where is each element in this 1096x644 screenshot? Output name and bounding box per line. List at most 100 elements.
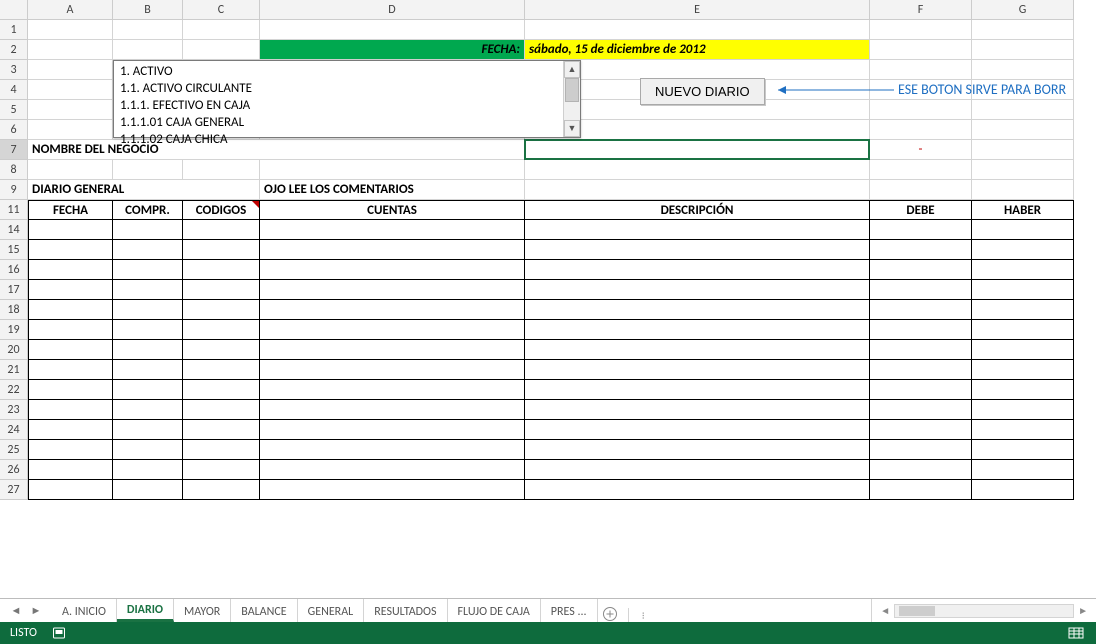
cell[interactable] (260, 260, 525, 280)
cell-G9[interactable] (972, 180, 1074, 200)
cell-E9[interactable] (525, 180, 870, 200)
cell[interactable] (28, 280, 113, 300)
header-cuentas[interactable]: CUENTAS (260, 200, 525, 220)
cell-F6[interactable] (870, 120, 972, 140)
cell[interactable] (183, 340, 260, 360)
cell[interactable] (183, 360, 260, 380)
cell-D8[interactable] (260, 160, 525, 180)
cell[interactable] (870, 440, 972, 460)
cell[interactable] (972, 240, 1074, 260)
row-header-7[interactable]: 7 (0, 140, 28, 160)
header-debe[interactable]: DEBE (870, 200, 972, 220)
cell-E1[interactable] (525, 20, 870, 40)
cell-A8[interactable] (28, 160, 113, 180)
cell[interactable] (28, 320, 113, 340)
cell[interactable] (28, 260, 113, 280)
cell-A1[interactable] (28, 20, 113, 40)
cell[interactable] (113, 460, 183, 480)
cell[interactable] (183, 280, 260, 300)
cell[interactable] (525, 260, 870, 280)
cell[interactable] (972, 260, 1074, 280)
cell[interactable] (870, 240, 972, 260)
cell[interactable] (183, 400, 260, 420)
cell-B2[interactable] (113, 40, 183, 60)
col-header-F[interactable]: F (870, 0, 972, 20)
cell-D9-ojo-lee[interactable]: OJO LEE LOS COMENTARIOS (260, 180, 525, 200)
cell-F3[interactable] (870, 60, 972, 80)
cell[interactable] (113, 420, 183, 440)
row-header-27[interactable]: 27 (0, 480, 28, 500)
cell-A9-diario-general[interactable]: DIARIO GENERAL (28, 180, 260, 200)
cell-A4[interactable] (28, 80, 113, 100)
row-header-2[interactable]: 2 (0, 40, 28, 60)
cell-F1[interactable] (870, 20, 972, 40)
cell[interactable] (183, 240, 260, 260)
cell[interactable] (972, 280, 1074, 300)
tab-mayor[interactable]: MAYOR (174, 599, 231, 622)
tab-a-inicio[interactable]: A. INICIO (52, 599, 117, 622)
cell[interactable] (260, 300, 525, 320)
cell[interactable] (870, 380, 972, 400)
cell[interactable] (260, 380, 525, 400)
cell-G6[interactable] (972, 120, 1074, 140)
row-header-4[interactable]: 4 (0, 80, 28, 100)
cell-G8[interactable] (972, 160, 1074, 180)
col-header-C[interactable]: C (183, 0, 260, 20)
cell[interactable] (260, 340, 525, 360)
cell[interactable] (28, 400, 113, 420)
row-header-15[interactable]: 15 (0, 240, 28, 260)
cell[interactable] (28, 220, 113, 240)
cell-A6[interactable] (28, 120, 113, 140)
cell[interactable] (525, 460, 870, 480)
row-header-18[interactable]: 18 (0, 300, 28, 320)
cell[interactable] (113, 260, 183, 280)
header-codigos[interactable]: CODIGOS (183, 200, 260, 220)
cell[interactable] (183, 320, 260, 340)
tab-nav-next-icon[interactable]: ► (28, 603, 44, 619)
new-sheet-button[interactable] (598, 606, 622, 622)
list-item[interactable]: 1. ACTIVO (114, 63, 563, 80)
cell[interactable] (28, 460, 113, 480)
tab-flujo-de-caja[interactable]: FLUJO DE CAJA (448, 599, 541, 622)
cell[interactable] (525, 300, 870, 320)
cell[interactable] (28, 340, 113, 360)
cell[interactable] (183, 420, 260, 440)
tab-diario[interactable]: DIARIO (117, 599, 174, 622)
cell[interactable] (525, 440, 870, 460)
cell[interactable] (183, 260, 260, 280)
row-header-8[interactable]: 8 (0, 160, 28, 180)
cell[interactable] (972, 440, 1074, 460)
cell[interactable] (113, 340, 183, 360)
cell[interactable] (525, 420, 870, 440)
view-normal-icon[interactable] (1066, 625, 1086, 641)
accounts-listbox[interactable]: 1. ACTIVO 1.1. ACTIVO CIRCULANTE 1.1.1. … (113, 60, 581, 138)
cell[interactable] (525, 380, 870, 400)
list-item[interactable]: 1.1.1.01 CAJA GENERAL (114, 114, 563, 131)
cell[interactable] (525, 340, 870, 360)
row-header-17[interactable]: 17 (0, 280, 28, 300)
tab-balance[interactable]: BALANCE (231, 599, 297, 622)
cell[interactable] (260, 280, 525, 300)
row-header-22[interactable]: 22 (0, 380, 28, 400)
cell[interactable] (972, 480, 1074, 500)
cell[interactable] (525, 280, 870, 300)
cell[interactable] (260, 460, 525, 480)
cell[interactable] (113, 360, 183, 380)
comment-indicator-icon[interactable] (252, 201, 259, 208)
select-all-corner[interactable] (0, 0, 28, 20)
cell[interactable] (183, 440, 260, 460)
col-header-G[interactable]: G (972, 0, 1074, 20)
cell[interactable] (28, 360, 113, 380)
cell[interactable] (260, 240, 525, 260)
cell[interactable] (972, 300, 1074, 320)
row-header-24[interactable]: 24 (0, 420, 28, 440)
cell-A3[interactable] (28, 60, 113, 80)
cell-D1[interactable] (260, 20, 525, 40)
cell[interactable] (525, 240, 870, 260)
row-header-21[interactable]: 21 (0, 360, 28, 380)
cell[interactable] (870, 480, 972, 500)
tab-general[interactable]: GENERAL (298, 599, 365, 622)
nuevo-diario-button[interactable]: NUEVO DIARIO (640, 78, 765, 105)
cell[interactable] (870, 360, 972, 380)
cell[interactable] (972, 340, 1074, 360)
